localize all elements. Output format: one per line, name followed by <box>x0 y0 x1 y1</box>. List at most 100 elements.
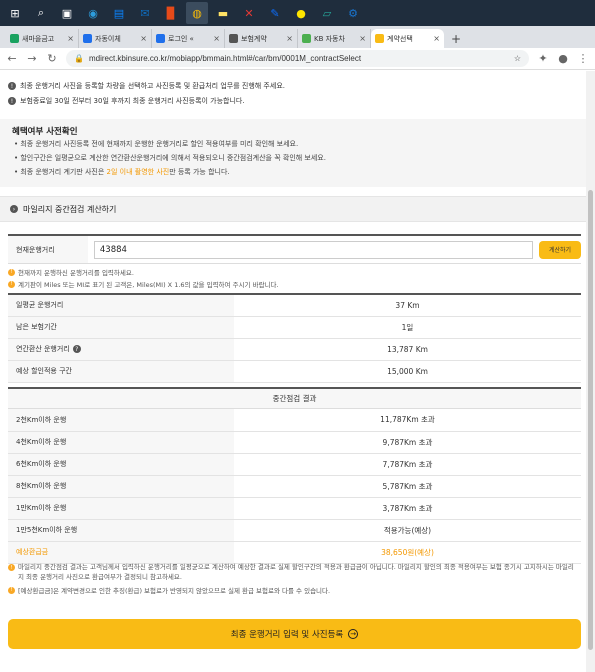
bookmark-star-icon[interactable]: ☆ <box>514 54 521 63</box>
note-text: [예상환급금]은 계약변경으로 인한 추징(환급) 보험료가 반영되지 않았으므… <box>18 587 331 595</box>
browser-tab[interactable]: 계약선택 × <box>371 29 444 48</box>
table-row: 예상 할인적용 구간 15,000 Km <box>8 360 581 383</box>
favicon-icon <box>302 34 311 43</box>
note-text: 마일리지 중간점검 결과는 고객님께서 입력하신 운행거리를 일평균으로 계산하… <box>18 563 574 581</box>
table-row: 8천Km이하 운행 5,787Km 초과 <box>8 475 581 498</box>
browser-tab[interactable]: 새마을금고 × <box>6 29 79 48</box>
warning-icon: ! <box>8 586 15 594</box>
warning-icon: ! <box>8 564 15 571</box>
bottom-note: ! 마일리지 중간점검 결과는 고객님께서 입력하신 운행거리를 일평균으로 계… <box>8 562 578 582</box>
browser-toolbar: ← → ↻ 🔒 mdirect.kbinsure.co.kr/mobiapp/b… <box>0 48 595 70</box>
result-title: 중간점검 결과 <box>8 387 581 409</box>
submit-mileage-photo-button[interactable]: 최종 운행거리 입력 및 사진등록 → <box>8 619 581 649</box>
notebook-icon[interactable]: ▱ <box>316 2 338 24</box>
office-icon[interactable]: ▉ <box>160 2 182 24</box>
back-icon[interactable]: ← <box>6 52 18 65</box>
reload-icon[interactable]: ↻ <box>46 52 58 65</box>
info-icon: ! <box>8 97 16 105</box>
tab-title: 보험계약 <box>241 34 267 43</box>
bottom-note: ! [예상환급금]은 계약변경으로 인한 추징(환급) 보험료가 반영되지 않았… <box>8 585 578 595</box>
row-label: 6천Km이하 운행 <box>8 453 234 476</box>
row-label-text: 일평균 운행거리 <box>16 301 64 310</box>
scrollbar-thumb[interactable] <box>588 190 593 650</box>
notice-text: 최종 운행거리 사진을 등록할 차량을 선택하고 사진등록 및 환급처리 업무를… <box>20 82 285 90</box>
notice-text: 보험종료일 30일 전부터 30일 후까지 최종 운행거리 사진등록이 가능합니… <box>20 97 245 105</box>
close-tab-icon[interactable]: × <box>359 34 366 43</box>
table-row: 1만5천Km이하 운행 적용가능(예상) <box>8 519 581 542</box>
profile-icon[interactable]: ● <box>557 52 569 65</box>
table-row: 2천Km이하 운행 11,787Km 초과 <box>8 409 581 432</box>
arrow-right-icon: → <box>348 629 359 639</box>
lock-icon[interactable]: 🔒 <box>74 54 84 63</box>
calculate-button[interactable]: 계산하기 <box>539 240 581 259</box>
windows-taskbar: ⊞ ⌕ ▣ ◉ ▤ ✉ ▉ ◍ ▬ ✕ ✎ ● ▱ ⚙ <box>0 0 595 26</box>
menu-kebab-icon[interactable]: ⋮ <box>577 52 589 65</box>
cta-label: 최종 운행거리 입력 및 사진등록 <box>230 630 344 640</box>
table-row: 1만Km이하 운행 3,787Km 초과 <box>8 497 581 520</box>
row-label-text: 8천Km이하 운행 <box>16 482 67 490</box>
browser-tab[interactable]: KB 자동차 × <box>298 29 371 48</box>
help-icon[interactable]: ? <box>72 345 81 353</box>
store-icon[interactable]: ▤ <box>108 2 130 24</box>
tab-title: 새마을금고 <box>22 34 55 43</box>
browser-tab[interactable]: 보험계약 × <box>225 29 298 48</box>
browser-tab[interactable]: 자동이체 × <box>79 29 152 48</box>
section-title: 마일리지 중간점검 계산하기 <box>23 204 117 214</box>
info-icon: ! <box>8 82 16 90</box>
row-label: 1만Km이하 운행 <box>8 497 234 520</box>
row-label: 예상 할인적용 구간 <box>8 360 234 383</box>
search-icon[interactable]: ⌕ <box>30 2 52 24</box>
note-text: 현재까지 운행하신 운행거리를 입력하세요. <box>18 269 134 277</box>
edge-icon[interactable]: ◉ <box>82 2 104 24</box>
chrome-icon[interactable]: ◍ <box>186 2 208 24</box>
row-value: 5,787Km 초과 <box>234 475 581 498</box>
table-row: 연간환산 운행거리? 13,787 Km <box>8 338 581 361</box>
mileage-input-row: 현재운행거리 43884 계산하기 <box>8 234 581 264</box>
favicon-icon <box>375 34 384 43</box>
row-value: 37 Km <box>234 294 581 317</box>
row-label: 2천Km이하 운행 <box>8 409 234 432</box>
kakaotalk-icon[interactable]: ● <box>290 2 312 24</box>
page-content: ! 최종 운행거리 사진을 등록할 차량을 선택하고 사진등록 및 환급처리 업… <box>0 71 586 672</box>
pen-app-icon[interactable]: ✎ <box>264 2 286 24</box>
close-tab-icon[interactable]: × <box>140 34 147 43</box>
close-tab-icon[interactable]: × <box>433 34 440 43</box>
tab-title: 자동이체 <box>95 34 121 43</box>
app-x-icon[interactable]: ✕ <box>238 2 260 24</box>
sticky-notes-icon[interactable]: ▬ <box>212 2 234 24</box>
notice-item: ! 보험종료일 30일 전부터 30일 후까지 최종 운행거리 사진등록이 가능… <box>8 96 578 106</box>
favicon-icon <box>229 34 238 43</box>
row-label-text: 6천Km이하 운행 <box>16 460 67 468</box>
warning-icon: ! <box>8 268 15 276</box>
forward-icon[interactable]: → <box>26 52 38 65</box>
row-label: 일평균 운행거리 <box>8 294 234 317</box>
browser-tab[interactable]: 로그인 « × <box>152 29 225 48</box>
row-label-text: 1만5천Km이하 운행 <box>16 526 78 534</box>
windows-logo-icon[interactable]: ⊞ <box>4 2 26 24</box>
row-label: 1만5천Km이하 운행 <box>8 519 234 542</box>
close-tab-icon[interactable]: × <box>213 34 220 43</box>
row-label-text: 4천Km이하 운행 <box>16 438 67 446</box>
settings-app-icon[interactable]: ⚙ <box>342 2 364 24</box>
precheck-highlight: 2일 이내 촬영한 사진 <box>106 168 170 176</box>
task-view-icon[interactable]: ▣ <box>56 2 78 24</box>
section-header[interactable]: › 마일리지 중간점검 계산하기 <box>0 196 586 222</box>
row-value: 9,787Km 초과 <box>234 431 581 454</box>
row-label-text: 남은 보험기간 <box>16 323 57 331</box>
precheck-text: 만 등록 가능 합니다. <box>169 168 230 176</box>
row-label: 4천Km이하 운행 <box>8 431 234 454</box>
favicon-icon <box>156 34 165 43</box>
address-bar[interactable]: 🔒 mdirect.kbinsure.co.kr/mobiapp/bmmain.… <box>66 50 529 67</box>
row-value: 11,787Km 초과 <box>234 409 581 432</box>
row-label-text: 연간환산 운행거리 <box>16 345 70 353</box>
close-tab-icon[interactable]: × <box>286 34 293 43</box>
extensions-icon[interactable]: ✦ <box>537 52 549 65</box>
mileage-input[interactable]: 43884 <box>93 240 534 259</box>
tab-title: 계약선택 <box>387 34 413 43</box>
new-tab-button[interactable]: + <box>448 29 464 48</box>
mail-icon[interactable]: ✉ <box>134 2 156 24</box>
close-tab-icon[interactable]: × <box>67 34 74 43</box>
browser-tabstrip: 새마을금고 × 자동이체 × 로그인 « × 보험계약 × KB 자동차 × 계약선택 × + <box>0 26 595 48</box>
row-label-text: 1만Km이하 운행 <box>16 504 67 512</box>
input-note: ! 계기판이 Miles 또는 MI로 표기 된 고객은, Miles(MI) … <box>8 279 279 289</box>
